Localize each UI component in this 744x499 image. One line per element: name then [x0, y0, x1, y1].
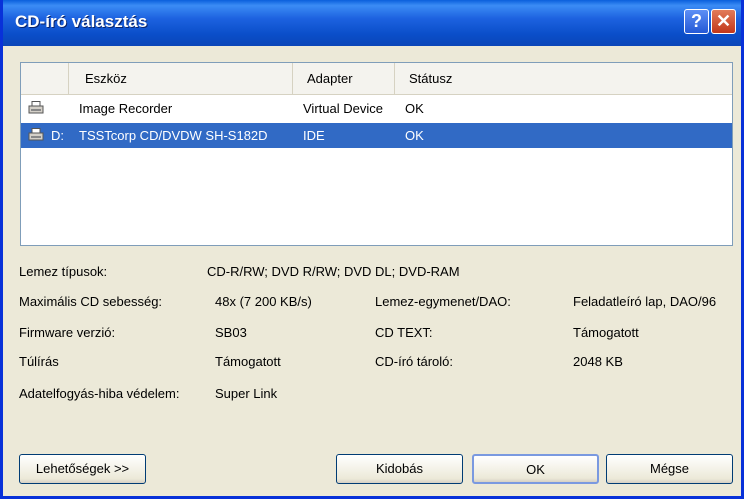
device-list[interactable]: Eszköz Adapter Státusz Image Recorder Vi…	[20, 62, 733, 246]
cd-text-value: Támogatott	[573, 325, 639, 340]
buffer-value: 2048 KB	[573, 354, 623, 369]
close-button[interactable]: ✕	[711, 9, 736, 34]
row-adapter: IDE	[303, 128, 325, 143]
underrun-protection-value: Super Link	[215, 386, 278, 401]
header-status[interactable]: Státusz	[395, 63, 732, 94]
firmware-value: SB03	[215, 325, 247, 340]
row-adapter: Virtual Device	[303, 101, 383, 116]
ok-button[interactable]: OK	[472, 454, 599, 484]
header-icon-column	[21, 63, 69, 94]
cd-writer-dialog: CD-író választás ? ✕ Eszköz Adapter Stát…	[0, 0, 744, 499]
help-button[interactable]: ?	[684, 9, 709, 34]
dao-value: Feladatleíró lap, DAO/96	[573, 294, 717, 309]
list-row-tsstcorp[interactable]: D: TSSTcorp CD/DVDW SH-S182D IDE OK	[21, 123, 732, 148]
row-drive-letter: D:	[51, 128, 64, 143]
cd-drive-icon	[28, 128, 44, 141]
list-row-image-recorder[interactable]: Image Recorder Virtual Device OK	[21, 96, 732, 121]
title-bar[interactable]: CD-író választás ? ✕	[3, 0, 741, 46]
cd-text-label: CD TEXT:	[375, 325, 433, 340]
max-speed-label: Maximális CD sebesség:	[19, 294, 163, 309]
printer-drive-icon	[28, 101, 44, 114]
header-device[interactable]: Eszköz	[69, 63, 293, 94]
row-device: TSSTcorp CD/DVDW SH-S182D	[79, 128, 268, 143]
buffer-label: CD-író tároló:	[375, 354, 454, 369]
row-device: Image Recorder	[79, 101, 173, 116]
cancel-button[interactable]: Mégse	[606, 454, 733, 484]
overburn-label: Túlírás	[19, 354, 59, 369]
options-button[interactable]: Lehetőségek >>	[19, 454, 146, 484]
overburn-value: Támogatott	[215, 354, 281, 369]
row-status: OK	[405, 101, 424, 116]
dao-label: Lemez-egymenet/DAO:	[375, 294, 511, 309]
header-adapter[interactable]: Adapter	[293, 63, 395, 94]
disc-types-label: Lemez típusok:	[19, 264, 108, 279]
disc-types-value: CD-R/RW; DVD R/RW; DVD DL; DVD-RAM	[207, 264, 460, 279]
eject-button[interactable]: Kidobás	[336, 454, 463, 484]
max-speed-value: 48x (7 200 KB/s)	[215, 294, 312, 309]
list-header: Eszköz Adapter Státusz	[21, 63, 732, 95]
row-status: OK	[405, 128, 424, 143]
firmware-label: Firmware verzió:	[19, 325, 116, 340]
window-title: CD-író választás	[15, 12, 148, 31]
underrun-protection-label: Adatelfogyás-hiba védelem:	[19, 386, 180, 401]
